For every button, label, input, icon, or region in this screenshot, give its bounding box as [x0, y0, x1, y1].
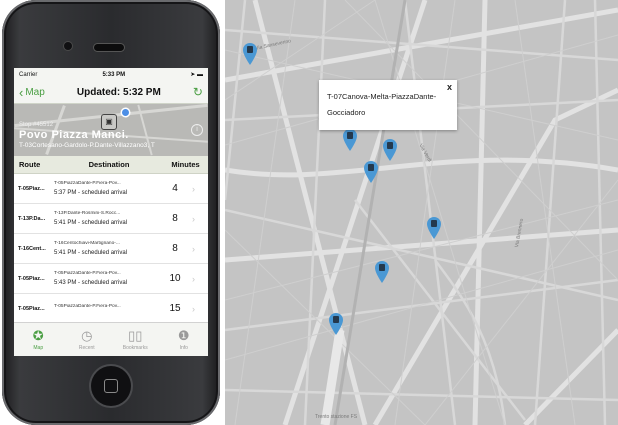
phone-screen: Carrier 5:33 PM ➤ ▬ ‹ Map Updated: 5:32 …	[14, 68, 208, 356]
table-row[interactable]: T-05Piaz... T-05PiazzaDante-P.Fiera-Pov.…	[14, 264, 208, 294]
bus-stop-pin[interactable]	[426, 216, 442, 240]
front-camera	[64, 42, 72, 50]
bus-stop-pin[interactable]	[242, 42, 258, 66]
row-destination: T-05PiazzaDante-P.Fiera-Pov...	[54, 271, 121, 276]
status-bar: Carrier 5:33 PM ➤ ▬	[14, 68, 208, 81]
nav-bar: ‹ Map Updated: 5:32 PM ↻	[14, 81, 208, 104]
book-icon: ▯▯	[128, 327, 143, 343]
row-route: T-13P.Da...	[18, 215, 46, 222]
row-minutes: 8	[172, 243, 178, 254]
chevron-right-icon: ›	[192, 183, 195, 194]
stop-name: Povo Piazza Manci.	[19, 129, 129, 141]
tab-bar: ✪ Map ◷ Recent ▯▯ Bookmarks ❶ Info	[14, 322, 208, 356]
tab-bookmarks[interactable]: ▯▯ Bookmarks	[111, 323, 160, 356]
location-dot	[122, 109, 129, 116]
chevron-right-icon: ›	[192, 243, 195, 254]
earpiece-speaker	[94, 44, 124, 51]
close-icon[interactable]: x	[447, 82, 452, 92]
row-arrival: 5:43 PM - scheduled arrival	[54, 280, 128, 286]
tab-label: Map	[33, 344, 44, 351]
refresh-icon[interactable]: ↻	[193, 85, 203, 99]
map-streets	[225, 0, 618, 425]
carrier-label: Carrier	[19, 71, 38, 78]
info-icon[interactable]: i	[191, 124, 203, 136]
minutes-header: Minutes	[171, 160, 200, 169]
map-street-label: Trento stazione FS	[315, 414, 358, 420]
row-destination: T-13P.Dante-Rosmini-S.Rocc...	[54, 211, 121, 216]
back-label: Map	[25, 86, 45, 98]
row-arrival: 5:41 PM - scheduled arrival	[54, 220, 128, 226]
table-row[interactable]: T-13P.Da... T-13P.Dante-Rosmini-S.Rocc..…	[14, 204, 208, 234]
row-arrival: 5:41 PM - scheduled arrival	[54, 250, 128, 256]
row-destination: T-05PiazzaDante-P.Fiera-Pov...	[54, 304, 121, 309]
railway-line	[333, 0, 407, 425]
map-view[interactable]: Via Sanseverino Via Brennero Trento staz…	[225, 0, 618, 425]
row-route: T-16Cent...	[18, 245, 46, 252]
bus-stop-pin[interactable]	[382, 138, 398, 162]
row-destination: T-05PiazzaDante-P.Fiera-Pov...	[54, 181, 121, 186]
stop-number: Stop #45512	[19, 122, 54, 128]
popup-route-name: T-07Canova-Melta-PiazzaDante-Gocciadoro	[327, 92, 437, 117]
phone-frame: Carrier 5:33 PM ➤ ▬ ‹ Map Updated: 5:32 …	[2, 0, 220, 425]
tab-label: Bookmarks	[122, 344, 148, 351]
bus-stop-pin[interactable]	[363, 160, 379, 184]
row-minutes: 15	[169, 303, 181, 314]
clock: 5:33 PM	[102, 71, 126, 78]
table-row[interactable]: T-05Piaz... T-05PiazzaDante-P.Fiera-Pov.…	[14, 294, 208, 324]
stop-routes: T-03Cortesano-Gardolo-P.Dante-Villazzano…	[19, 142, 155, 149]
row-destination: T-16Centochiavi-Martignano-...	[54, 241, 120, 246]
home-button[interactable]	[91, 366, 131, 406]
tab-label: Info	[179, 344, 188, 351]
chevron-right-icon: ›	[192, 213, 195, 224]
back-button[interactable]: ‹ Map	[19, 86, 45, 99]
clock-icon: ◷	[81, 327, 93, 343]
bus-stop-pin[interactable]	[374, 260, 390, 284]
tab-label: Recent	[78, 344, 95, 351]
stop-header: ▣ Stop #45512 Povo Piazza Manci. T-03Cor…	[14, 104, 208, 156]
table-row[interactable]: T-05Piaz... T-05PiazzaDante-P.Fiera-Pov.…	[14, 174, 208, 204]
map-popup[interactable]: T-07Canova-Melta-PiazzaDante-Gocciadoro …	[319, 80, 457, 130]
destination-header: Destination	[88, 160, 130, 169]
row-minutes: 10	[169, 273, 181, 284]
map-icon: ✪	[32, 327, 44, 343]
bus-stop-icon: ▣	[101, 114, 117, 130]
row-route: T-05Piaz...	[18, 275, 45, 282]
tab-info[interactable]: ❶ Info	[160, 323, 209, 356]
battery-icon: ➤ ▬	[190, 72, 203, 78]
row-minutes: 4	[172, 183, 178, 194]
tab-map[interactable]: ✪ Map	[14, 323, 63, 356]
route-header: Route	[19, 160, 41, 169]
row-route: T-05Piaz...	[18, 185, 45, 192]
info-icon: ❶	[177, 327, 190, 343]
bus-stop-pin[interactable]	[342, 128, 358, 152]
row-minutes: 8	[172, 213, 178, 224]
row-route: T-05Piaz...	[18, 305, 45, 312]
chevron-right-icon: ›	[192, 273, 195, 284]
table-header: Route Destination Minutes	[14, 156, 208, 174]
nav-title: Updated: 5:32 PM	[76, 86, 161, 98]
bus-stop-pin[interactable]	[328, 312, 344, 336]
tab-recent[interactable]: ◷ Recent	[63, 323, 112, 356]
table-row[interactable]: T-16Cent... T-16Centochiavi-Martignano-.…	[14, 234, 208, 264]
chevron-left-icon: ‹	[19, 84, 24, 100]
row-arrival: 5:37 PM - scheduled arrival	[54, 190, 128, 196]
chevron-right-icon: ›	[192, 303, 195, 314]
